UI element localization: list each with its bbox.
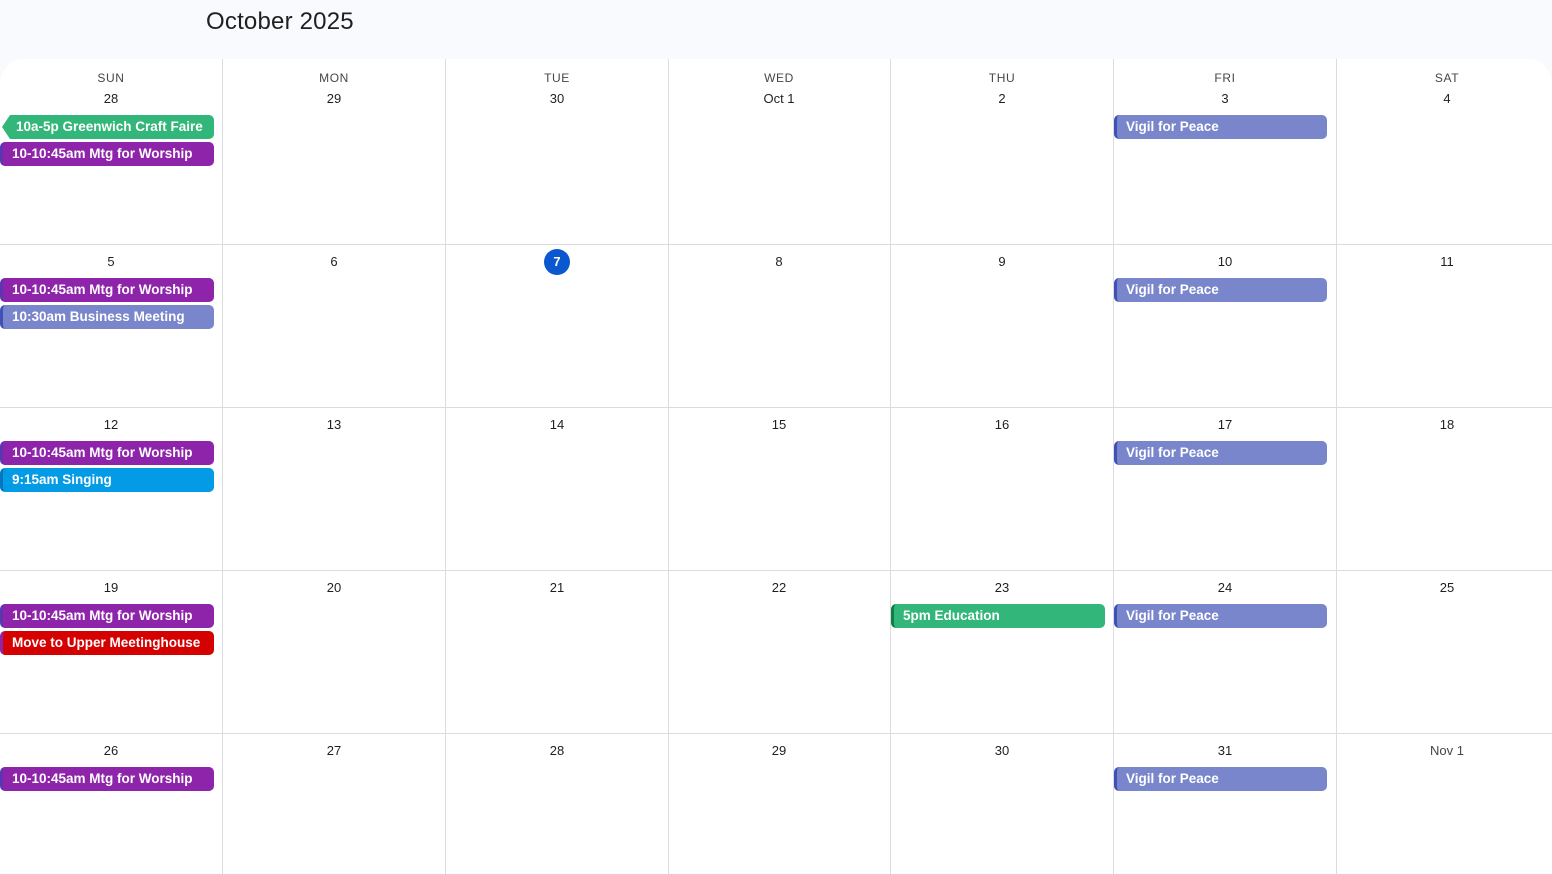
- weekday-header-sun: SUN: [97, 71, 125, 85]
- day-number[interactable]: 29: [327, 86, 341, 112]
- day-number[interactable]: 27: [327, 738, 341, 764]
- day-number[interactable]: 15: [772, 412, 786, 438]
- event-chip-worship[interactable]: 10-10:45am Mtg for Worship: [0, 604, 214, 628]
- event-chip-worship[interactable]: 10-10:45am Mtg for Worship: [0, 441, 214, 465]
- day-number[interactable]: 3: [1221, 86, 1228, 112]
- day-number[interactable]: 24: [1218, 575, 1232, 601]
- day-number[interactable]: 10: [1218, 249, 1232, 275]
- day-number[interactable]: 19: [104, 575, 118, 601]
- day-number[interactable]: 31: [1218, 738, 1232, 764]
- grid-line: [0, 733, 1552, 734]
- event-chip-craft-faire[interactable]: 10a-5p Greenwich Craft Faire: [2, 115, 214, 139]
- grid-line: [222, 59, 223, 874]
- day-number[interactable]: 4: [1443, 86, 1450, 112]
- grid-line: [890, 59, 891, 874]
- day-number[interactable]: 11: [1440, 249, 1454, 275]
- day-number[interactable]: 5: [107, 249, 114, 275]
- event-chip-vigil[interactable]: Vigil for Peace: [1114, 278, 1327, 302]
- day-number[interactable]: 20: [327, 575, 341, 601]
- event-chip-vigil[interactable]: Vigil for Peace: [1114, 115, 1327, 139]
- grid-line: [1336, 59, 1337, 874]
- day-number[interactable]: 2: [998, 86, 1005, 112]
- day-number[interactable]: 13: [327, 412, 341, 438]
- grid-line: [1113, 59, 1114, 874]
- day-number[interactable]: 18: [1440, 412, 1454, 438]
- event-chip-vigil[interactable]: Vigil for Peace: [1114, 604, 1327, 628]
- day-number[interactable]: 30: [550, 86, 564, 112]
- day-number-today[interactable]: 7: [544, 249, 570, 275]
- day-number[interactable]: 23: [995, 575, 1009, 601]
- event-chip-education[interactable]: 5pm Education: [891, 604, 1105, 628]
- event-chip-worship[interactable]: 10-10:45am Mtg for Worship: [0, 767, 214, 791]
- day-number[interactable]: 9: [998, 249, 1005, 275]
- month-grid: SUN MON TUE WED THU FRI SAT 28 29 30 Oct…: [0, 59, 1552, 874]
- day-number[interactable]: 8: [775, 249, 782, 275]
- day-number[interactable]: 22: [772, 575, 786, 601]
- grid-line: [0, 570, 1552, 571]
- weekday-header-tue: TUE: [544, 71, 570, 85]
- calendar-header: October 2025: [0, 0, 1552, 60]
- month-title: October 2025: [206, 8, 354, 35]
- day-number[interactable]: 26: [104, 738, 118, 764]
- event-chip-business-meeting[interactable]: 10:30am Business Meeting: [0, 305, 214, 329]
- day-number[interactable]: 28: [550, 738, 564, 764]
- event-chip-worship[interactable]: 10-10:45am Mtg for Worship: [0, 142, 214, 166]
- day-number[interactable]: 12: [104, 412, 118, 438]
- weekday-header-mon: MON: [319, 71, 349, 85]
- day-number[interactable]: 28: [104, 86, 118, 112]
- day-number[interactable]: 30: [995, 738, 1009, 764]
- grid-line: [668, 59, 669, 874]
- day-number[interactable]: 6: [330, 249, 337, 275]
- day-number[interactable]: 21: [550, 575, 564, 601]
- event-chip-singing[interactable]: 9:15am Singing: [0, 468, 214, 492]
- day-number[interactable]: 17: [1218, 412, 1232, 438]
- day-number[interactable]: Oct 1: [763, 86, 794, 112]
- grid-line: [445, 59, 446, 874]
- event-chip-worship[interactable]: 10-10:45am Mtg for Worship: [0, 278, 214, 302]
- event-chip-vigil[interactable]: Vigil for Peace: [1114, 767, 1327, 791]
- grid-line: [0, 407, 1552, 408]
- weekday-header-wed: WED: [764, 71, 794, 85]
- event-chip-vigil[interactable]: Vigil for Peace: [1114, 441, 1327, 465]
- weekday-header-fri: FRI: [1214, 71, 1236, 85]
- day-number[interactable]: 16: [995, 412, 1009, 438]
- day-number[interactable]: 14: [550, 412, 564, 438]
- weekday-header-sat: SAT: [1434, 71, 1460, 85]
- day-number[interactable]: 29: [772, 738, 786, 764]
- event-chip-move-meetinghouse[interactable]: Move to Upper Meetinghouse: [0, 631, 214, 655]
- day-number[interactable]: 25: [1440, 575, 1454, 601]
- grid-line: [0, 244, 1552, 245]
- day-number[interactable]: Nov 1: [1430, 738, 1464, 764]
- weekday-header-thu: THU: [988, 71, 1016, 85]
